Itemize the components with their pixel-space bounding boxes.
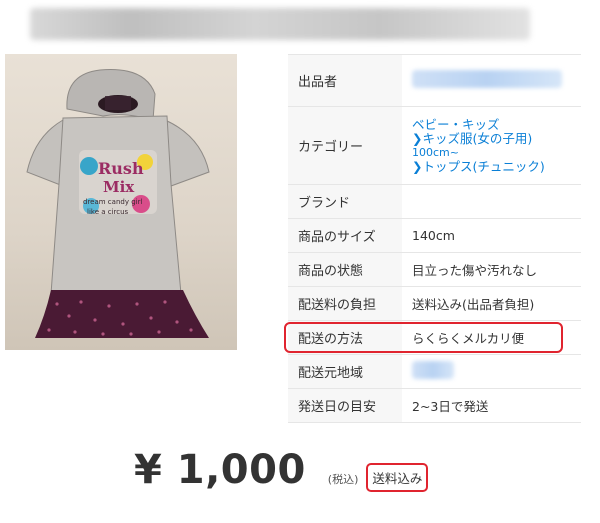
size-value: 140cm bbox=[402, 218, 581, 253]
category-link-baby-kids[interactable]: ベビー・キッズ bbox=[412, 117, 581, 132]
row-ship-days: 発送日の目安 2~3日で発送 bbox=[288, 388, 581, 423]
row-seller: 出品者 bbox=[288, 54, 581, 107]
brand-label: ブランド bbox=[288, 184, 402, 219]
category-link-size[interactable]: 100cm~ bbox=[412, 146, 581, 160]
shipping-included-badge: 送料込み bbox=[366, 463, 429, 492]
row-size: 商品のサイズ 140cm bbox=[288, 218, 581, 253]
category-value: ベビー・キッズ ❯キッズ服(女の子用) 100cm~ ❯トップス(チュニック) bbox=[402, 106, 581, 185]
tax-note: (税込) bbox=[327, 473, 359, 486]
brand-value bbox=[402, 184, 581, 219]
condition-value: 目立った傷や汚れなし bbox=[402, 252, 581, 287]
row-brand: ブランド bbox=[288, 184, 581, 219]
category-label: カテゴリー bbox=[288, 106, 402, 185]
category-link-tunic-label: トップス(チュニック) bbox=[422, 158, 545, 174]
shipping-method-highlight bbox=[284, 322, 563, 353]
price-amount: ¥ 1,000 bbox=[134, 447, 306, 493]
category-link-kids-girls-label: キッズ服(女の子用) bbox=[422, 130, 533, 146]
ship-days-label: 発送日の目安 bbox=[288, 388, 402, 423]
chevron-right-icon: ❯ bbox=[412, 158, 423, 174]
row-category: カテゴリー ベビー・キッズ ❯キッズ服(女の子用) 100cm~ ❯トップス(チ… bbox=[288, 106, 581, 185]
seller-value[interactable] bbox=[402, 54, 581, 107]
print-text-mix: Mix bbox=[103, 178, 135, 196]
seller-label: 出品者 bbox=[288, 54, 402, 107]
row-ship-from: 配送元地域 bbox=[288, 354, 581, 389]
ship-days-value: 2~3日で発送 bbox=[402, 388, 581, 423]
product-photo[interactable]: Rush Mix dream candy girl like a circus bbox=[5, 54, 237, 350]
shipping-fee-label: 配送料の負担 bbox=[288, 286, 402, 321]
ship-from-value bbox=[402, 354, 581, 389]
price-area: ¥ 1,000 (税込) 送料込み bbox=[134, 447, 429, 493]
category-link-kids-girls[interactable]: ❯キッズ服(女の子用) bbox=[412, 130, 581, 146]
print-text-rush: Rush bbox=[98, 159, 144, 178]
row-condition: 商品の状態 目立った傷や汚れなし bbox=[288, 252, 581, 287]
print-text-circus: like a circus bbox=[87, 208, 129, 216]
category-link-tunic[interactable]: ❯トップス(チュニック) bbox=[412, 158, 581, 174]
shipping-fee-value: 送料込み(出品者負担) bbox=[402, 286, 581, 321]
print-text-candy: dream candy girl bbox=[83, 198, 142, 206]
row-shipping-fee: 配送料の負担 送料込み(出品者負担) bbox=[288, 286, 581, 321]
item-title-redacted bbox=[30, 8, 530, 40]
size-label: 商品のサイズ bbox=[288, 218, 402, 253]
item-detail-table: 出品者 カテゴリー ベビー・キッズ ❯キッズ服(女の子用) 100cm~ ❯トッ… bbox=[288, 54, 581, 423]
ship-from-label: 配送元地域 bbox=[288, 354, 402, 389]
condition-label: 商品の状態 bbox=[288, 252, 402, 287]
chevron-right-icon: ❯ bbox=[412, 130, 423, 146]
